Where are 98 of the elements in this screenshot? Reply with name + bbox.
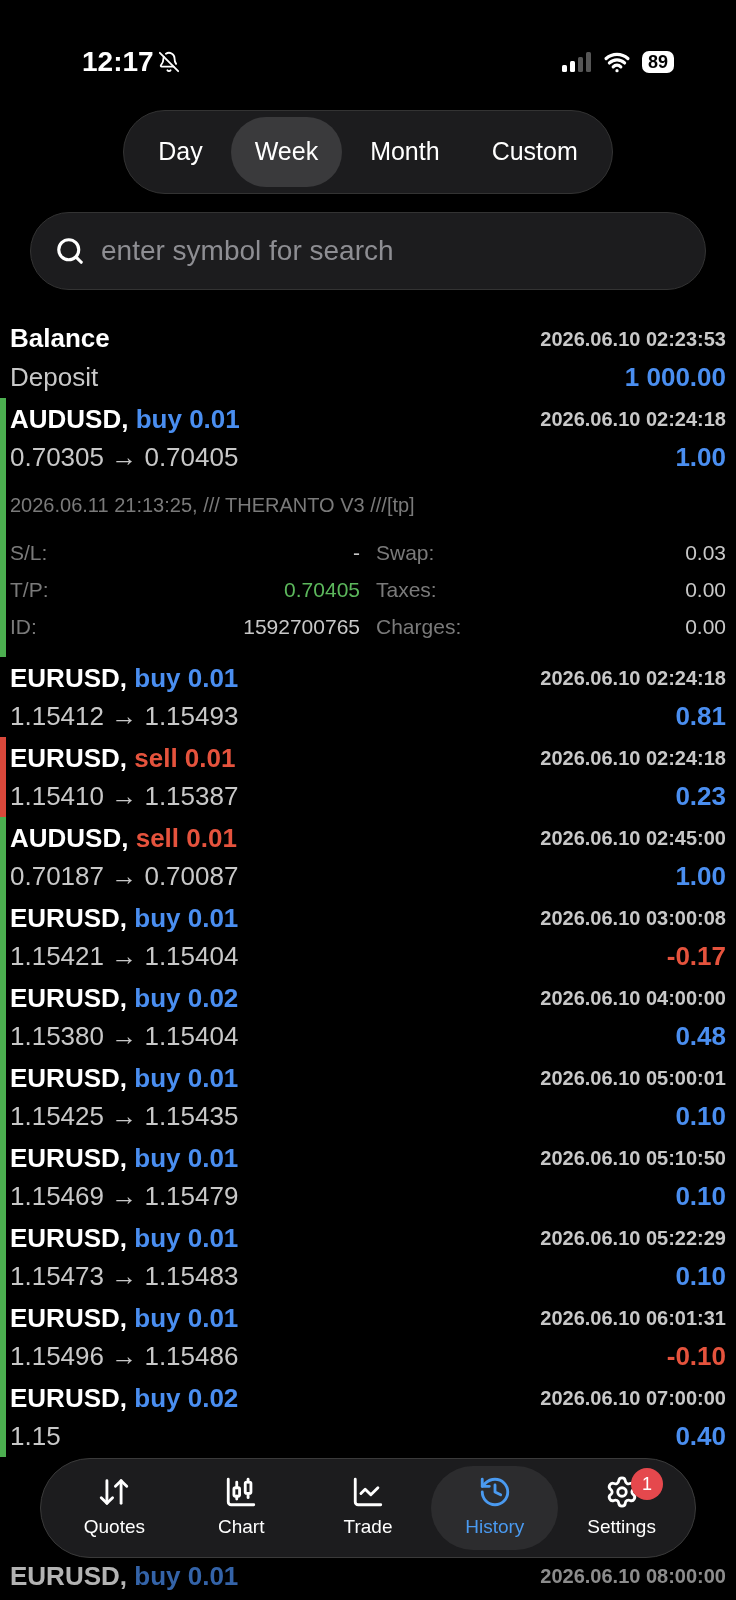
profit-value: 0.10 (675, 1179, 726, 1213)
order-volume: buy 0.02 (134, 982, 239, 1013)
order-volume: buy 0.01 (135, 403, 240, 434)
order-volume: buy 0.01 (134, 902, 239, 933)
price-change: 1.15421 → 1.15404 (10, 939, 239, 973)
nav-tab[interactable]: Settings 1 (558, 1466, 685, 1550)
order-volume: sell 0.01 (135, 822, 237, 853)
bell-muted-icon (157, 51, 180, 73)
deal-time: 2026.06.10 08:00:00 (540, 1564, 726, 1589)
operation-type: Deposit (10, 361, 99, 394)
deal-time: 2026.06.10 04:00:00 (540, 986, 726, 1011)
deposit-amount: 1 000.00 (624, 361, 726, 394)
symbol: EURUSD, (10, 742, 127, 773)
signal-icon (561, 52, 592, 72)
deal-time: 2026.06.10 07:00:00 (540, 1386, 726, 1411)
deal-time: 2026.06.10 02:23:53 (540, 326, 726, 352)
search-field[interactable]: enter symbol for search (30, 212, 706, 290)
symbol: AUDUSD, (10, 403, 129, 434)
deal-row[interactable]: EURUSD, sell 0.01 2026.06.10 02:24:18 1.15410 → 1.15387 0.23 (0, 737, 736, 817)
profit-value: 1.00 (675, 859, 726, 893)
price-change: 1.15469 → 1.15479 (10, 1179, 239, 1213)
search-input[interactable]: enter symbol for search (101, 230, 681, 272)
profit-value: 0.81 (675, 699, 726, 733)
deal-time: 2026.06.10 05:22:29 (540, 1226, 726, 1251)
battery-indicator: 89 (641, 51, 674, 73)
detail-label: Swap: (376, 539, 435, 566)
deal-time: 2026.06.10 02:24:18 (540, 666, 726, 691)
detail-label: Charges: (376, 613, 462, 640)
profit-value: 0.40 (675, 1419, 726, 1453)
symbol: EURUSD, (10, 982, 127, 1013)
nav-tab[interactable]: Quotes (51, 1466, 178, 1550)
detail-value: 0.00 (685, 613, 726, 640)
detail-label: T/P: (10, 576, 49, 603)
order-volume: buy 0.01 (134, 1302, 239, 1333)
order-volume: buy 0.01 (134, 1062, 239, 1093)
symbol: EURUSD, (10, 1382, 127, 1413)
symbol: EURUSD, (10, 662, 127, 693)
deal-time: 2026.06.10 02:24:18 (540, 746, 726, 771)
symbol: AUDUSD, (10, 822, 129, 853)
deal-time: 2026.06.10 02:24:18 (540, 407, 726, 432)
deal-row[interactable]: EURUSD, buy 0.01 2026.06.10 02:24:18 1.15412 → 1.15493 0.81 (0, 657, 736, 737)
profit-value: 0.10 (675, 1259, 726, 1293)
price-change: 1.15380 → 1.15404 (10, 1019, 239, 1053)
notification-badge: 1 (631, 1468, 663, 1500)
deal-row[interactable]: EURUSD, buy 0.01 2026.06.10 06:01:31 1.15496 → 1.15486 -0.10 (0, 1297, 736, 1377)
period-tab[interactable]: Custom (467, 117, 602, 187)
price-change: 1.15425 → 1.15435 (10, 1099, 239, 1133)
profit-value: 1.00 (675, 440, 726, 474)
nav-tab[interactable]: Trade (304, 1466, 432, 1550)
detail-label: ID: (10, 613, 37, 640)
detail-value: 1592700765 (243, 613, 360, 640)
detail-label: Taxes: (376, 576, 437, 603)
period-tab[interactable]: Week (230, 117, 343, 187)
order-volume: sell 0.01 (134, 742, 236, 773)
symbol: EURUSD, (10, 902, 127, 933)
profit-value: 0.10 (675, 1099, 726, 1133)
clock-time: 12:17 (82, 45, 154, 79)
price-change: 1.15412 → 1.15493 (10, 699, 239, 733)
price-change: 0.70305 → 0.70405 (10, 440, 239, 474)
deal-time: 2026.06.10 03:00:08 (540, 906, 726, 931)
order-volume: buy 0.01 (134, 662, 239, 693)
deal-comment: 2026.06.11 21:13:25, /// THERANTO V3 ///[tp] (10, 493, 416, 518)
deal-time: 2026.06.10 05:00:01 (540, 1066, 726, 1091)
price-change: 1.15473 → 1.15483 (10, 1259, 239, 1293)
price-change: 1.15410 → 1.15387 (10, 779, 239, 813)
price-change: 0.70187 → 0.70087 (10, 859, 239, 893)
detail-value: 0.00 (685, 576, 726, 603)
symbol: EURUSD, (10, 1560, 127, 1591)
detail-value: 0.03 (685, 539, 726, 566)
period-tab[interactable]: Day (134, 117, 227, 187)
profit-value: -0.17 (666, 939, 726, 973)
symbol: EURUSD, (10, 1222, 127, 1253)
period-tab[interactable]: Month (346, 117, 464, 187)
deal-time: 2026.06.10 05:10:50 (540, 1146, 726, 1171)
search-icon (55, 236, 85, 266)
symbol: EURUSD, (10, 1062, 127, 1093)
profit-value: 0.23 (675, 779, 726, 813)
symbol: EURUSD, (10, 1142, 127, 1173)
profit-value: -0.10 (666, 1339, 726, 1373)
detail-label: S/L: (10, 539, 48, 566)
balance-title: Balance (10, 322, 110, 355)
deal-time: 2026.06.10 02:45:00 (540, 826, 726, 851)
order-volume: buy 0.01 (134, 1142, 239, 1173)
price-change: 1.15496 → 1.15486 (10, 1339, 239, 1373)
order-volume: buy 0.02 (134, 1382, 239, 1413)
order-volume: buy 0.01 (134, 1222, 239, 1253)
profit-value: 0.48 (675, 1019, 726, 1053)
nav-tab[interactable]: History (431, 1466, 559, 1550)
order-volume: buy 0.01 (134, 1560, 239, 1591)
detail-value: 0.70405 (284, 576, 360, 603)
deal-row[interactable]: EURUSD, buy 0.01 2026.06.10 03:00:08 1.15421 → 1.15404 -0.17 (0, 897, 736, 977)
detail-value: - (353, 539, 360, 566)
deal-row[interactable]: EURUSD, buy 0.02 2026.06.10 07:00:00 1.15 0.40 (0, 1377, 736, 1457)
deal-row[interactable]: AUDUSD, buy 0.01 2026.06.10 02:24:18 0.70305 → 0.70405 1.00 2026.06.11 21:13:25, /// THERANTO V3 ///[tp] S/L: - T/P: 0.70405 ID: 1592700765 Swap: 0.03 Taxes: 0.00 Charges: 0.00 (0, 398, 736, 657)
nav-tab[interactable]: Chart (177, 1466, 305, 1550)
deal-time: 2026.06.10 06:01:31 (540, 1306, 726, 1331)
price-change: 1.15 (10, 1419, 61, 1453)
symbol: EURUSD, (10, 1302, 127, 1333)
